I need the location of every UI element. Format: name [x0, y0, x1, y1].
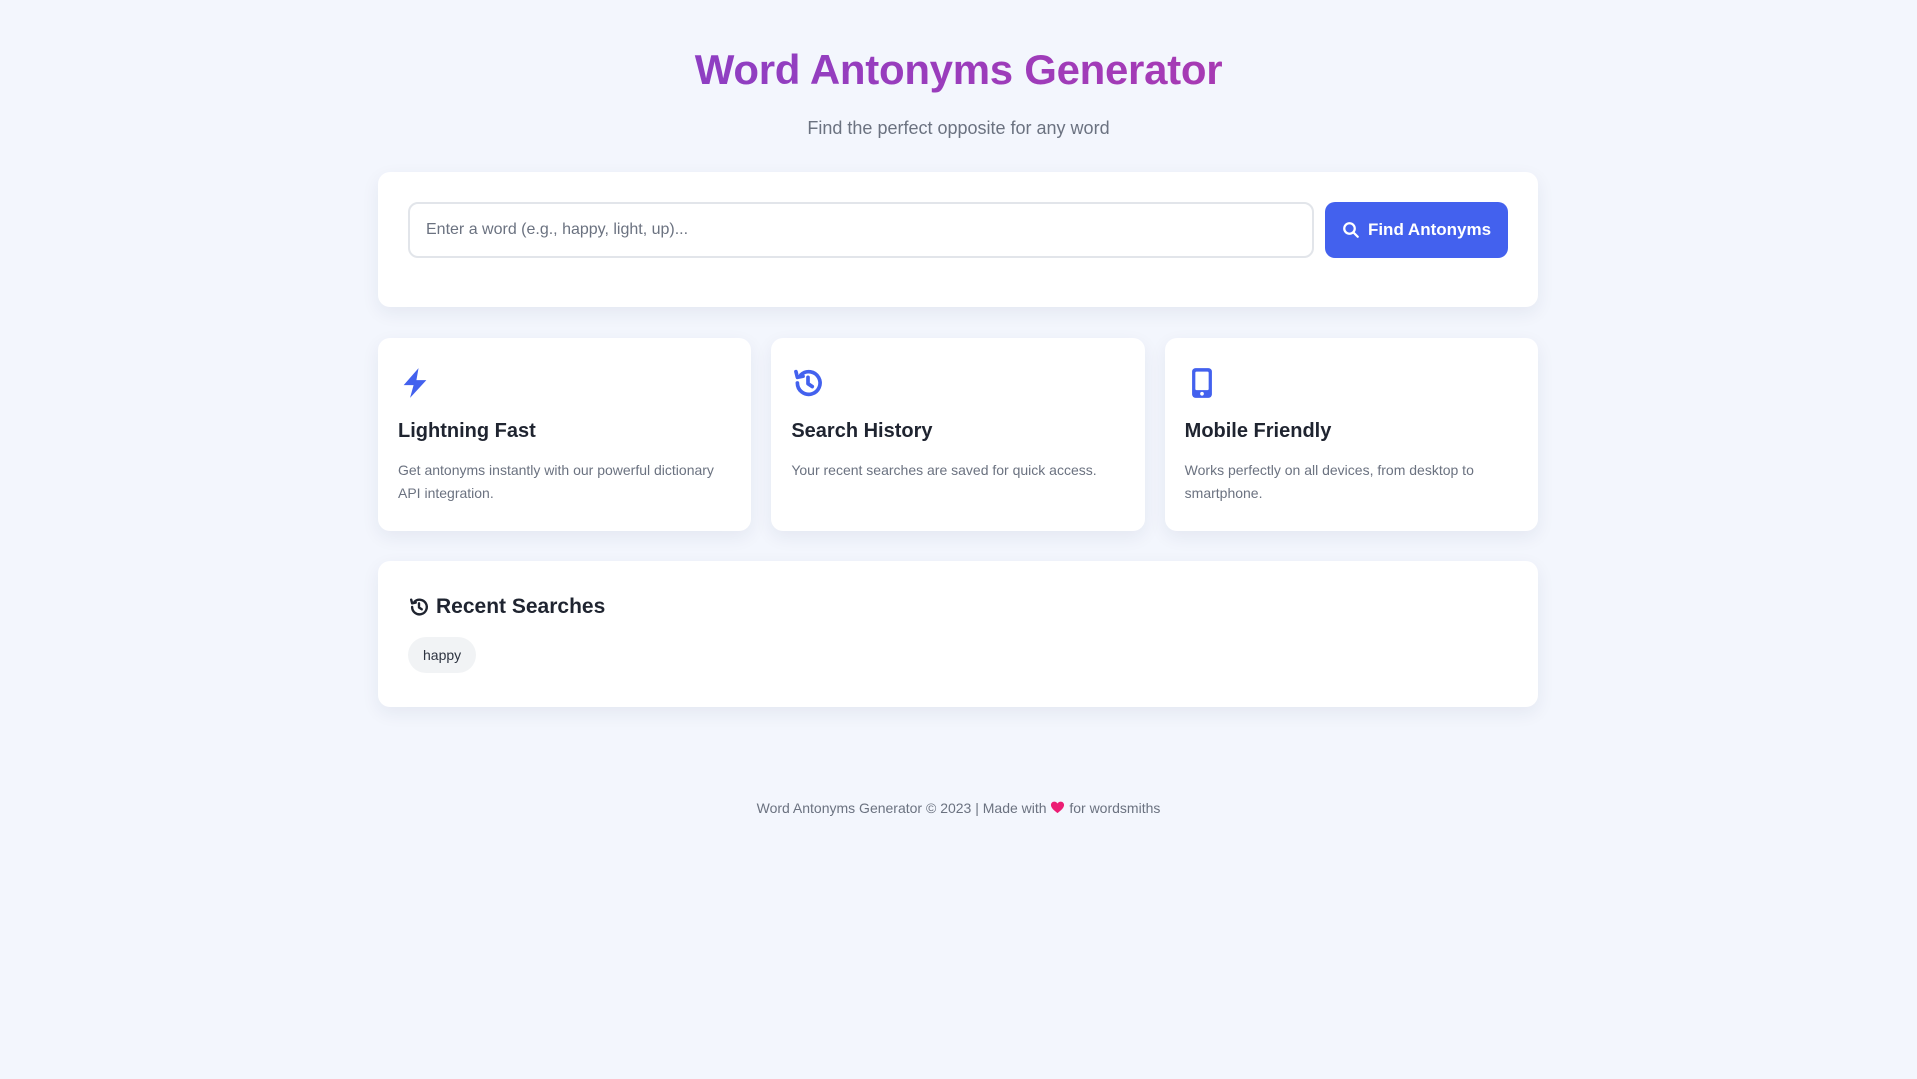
page-subtitle: Find the perfect opposite for any word	[807, 118, 1110, 138]
search-icon	[1343, 222, 1359, 238]
history-icon	[791, 366, 1124, 402]
recent-search-chip[interactable]: happy	[408, 637, 477, 673]
search-card: Find Antonyms	[378, 172, 1538, 307]
lightning-icon	[398, 366, 731, 402]
feature-title: Search History	[791, 420, 933, 442]
footer-text: Word Antonyms Generator © 2023 | Made wi…	[756, 800, 1047, 816]
feature-title: Lightning Fast	[398, 420, 536, 442]
find-antonyms-button[interactable]: Find Antonyms	[1325, 202, 1508, 258]
feature-card-mobile: Mobile Friendly Works perfectly on all d…	[1164, 338, 1538, 531]
recent-searches-list: happy	[408, 637, 1508, 673]
page-title: Word Antonyms Generator	[0, 46, 1917, 94]
footer: Word Antonyms Generator © 2023 | Made wi…	[0, 800, 1917, 818]
recent-searches-card: Recent Searches happy	[378, 561, 1538, 707]
mobile-icon	[1185, 366, 1518, 402]
feature-title: Mobile Friendly	[1184, 420, 1332, 442]
feature-card-history: Search History Your recent searches are …	[771, 338, 1145, 531]
feature-description: Get antonyms instantly with our powerful…	[398, 462, 714, 501]
find-antonyms-label: Find Antonyms	[1367, 220, 1492, 239]
search-input[interactable]	[408, 202, 1314, 258]
recent-searches-heading: Recent Searches	[408, 595, 1508, 619]
features-row: Lightning Fast Get antonyms instantly wi…	[378, 338, 1538, 531]
recent-searches-title: Recent Searches	[436, 595, 606, 618]
feature-card-lightning: Lightning Fast Get antonyms instantly wi…	[378, 338, 752, 531]
feature-description: Your recent searches are saved for quick…	[791, 462, 1097, 478]
footer-text-end: for wordsmiths	[1069, 800, 1161, 816]
feature-description: Works perfectly on all devices, from des…	[1184, 462, 1474, 501]
history-icon	[410, 598, 428, 616]
heart-icon	[1050, 800, 1065, 818]
